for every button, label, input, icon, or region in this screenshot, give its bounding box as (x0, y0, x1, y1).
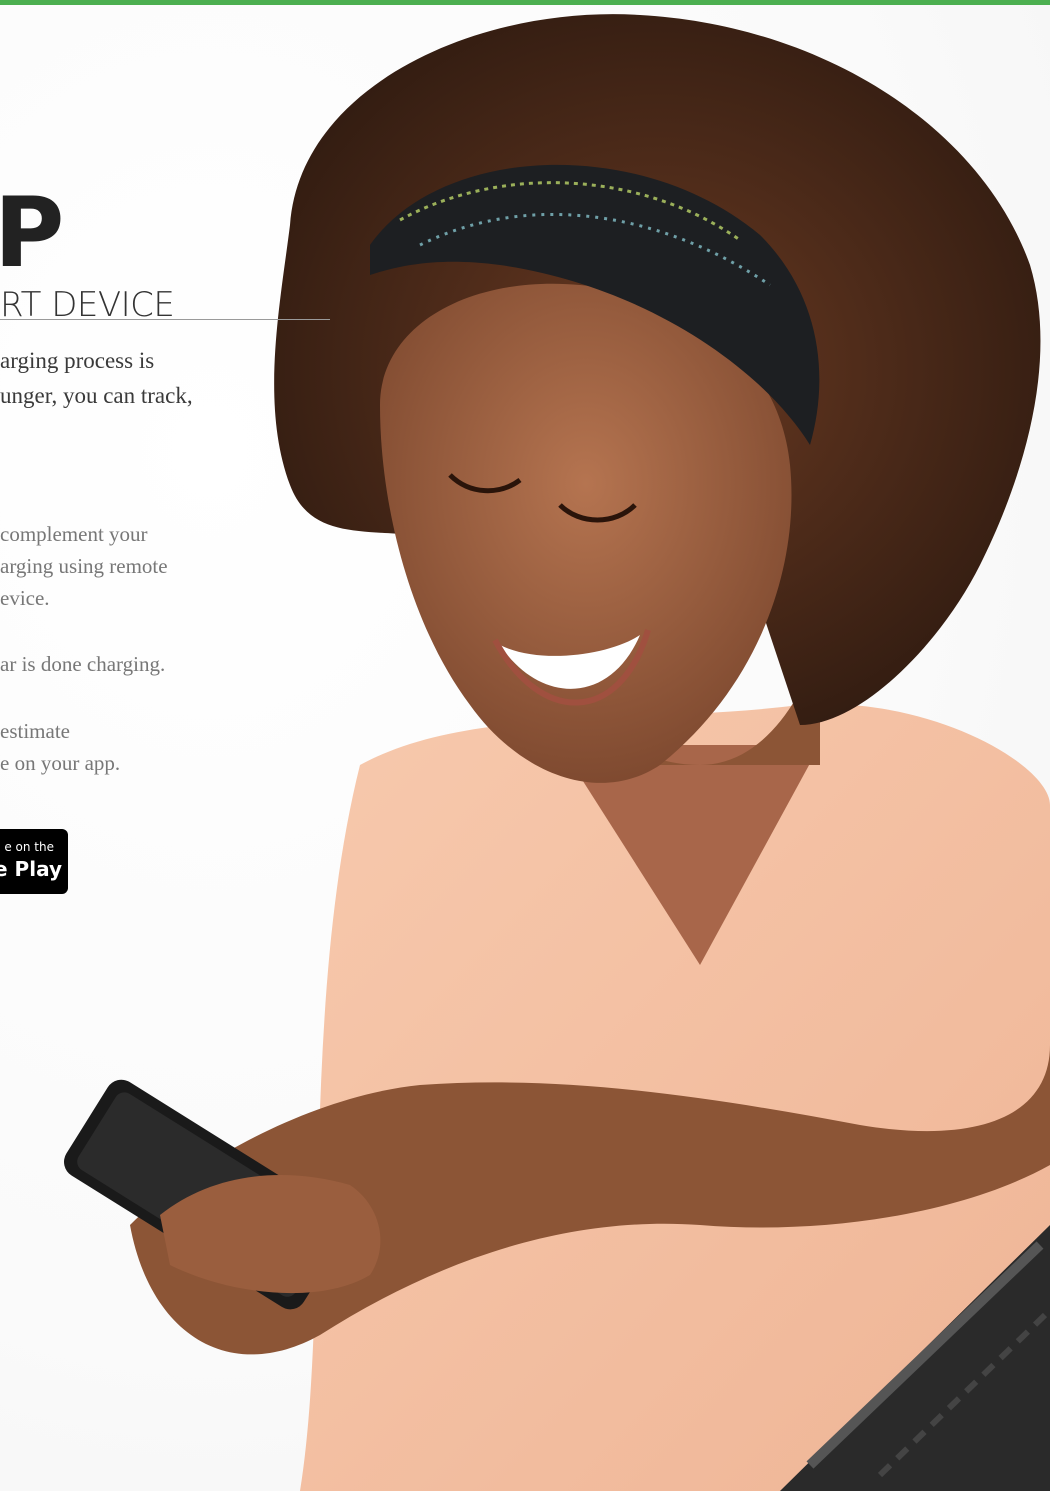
feature-line: estimate (0, 719, 70, 743)
feature-line: e on your app. (0, 751, 121, 775)
google-play-badge[interactable]: e on the e Play (0, 829, 68, 894)
hero-photo-woman-with-phone (0, 5, 1050, 1491)
play-badge-bottom-text: e Play (0, 857, 62, 881)
play-badge-top-text: e on the (4, 840, 54, 854)
brochure-page: P RT DEVICE arging process is unger, you… (0, 0, 1050, 1491)
feature-line: evice. (0, 586, 50, 610)
feature-line: complement your (0, 522, 148, 546)
feature-line: arging using remote (0, 554, 168, 578)
intro-line: unger, you can track, (0, 383, 193, 408)
hero-photo-illustration (64, 14, 1050, 1491)
intro-paragraph: arging process is unger, you can track, (0, 343, 240, 413)
intro-line: arging process is (0, 348, 155, 373)
heading-divider (0, 319, 330, 320)
page-title: P (0, 177, 64, 289)
feature-line: ar is done charging. (0, 652, 166, 676)
feature-remote-charging: complement your arging using remote evic… (0, 518, 168, 614)
feature-estimate: estimate e on your app. (0, 715, 120, 779)
feature-done-charging: ar is done charging. (0, 648, 165, 680)
